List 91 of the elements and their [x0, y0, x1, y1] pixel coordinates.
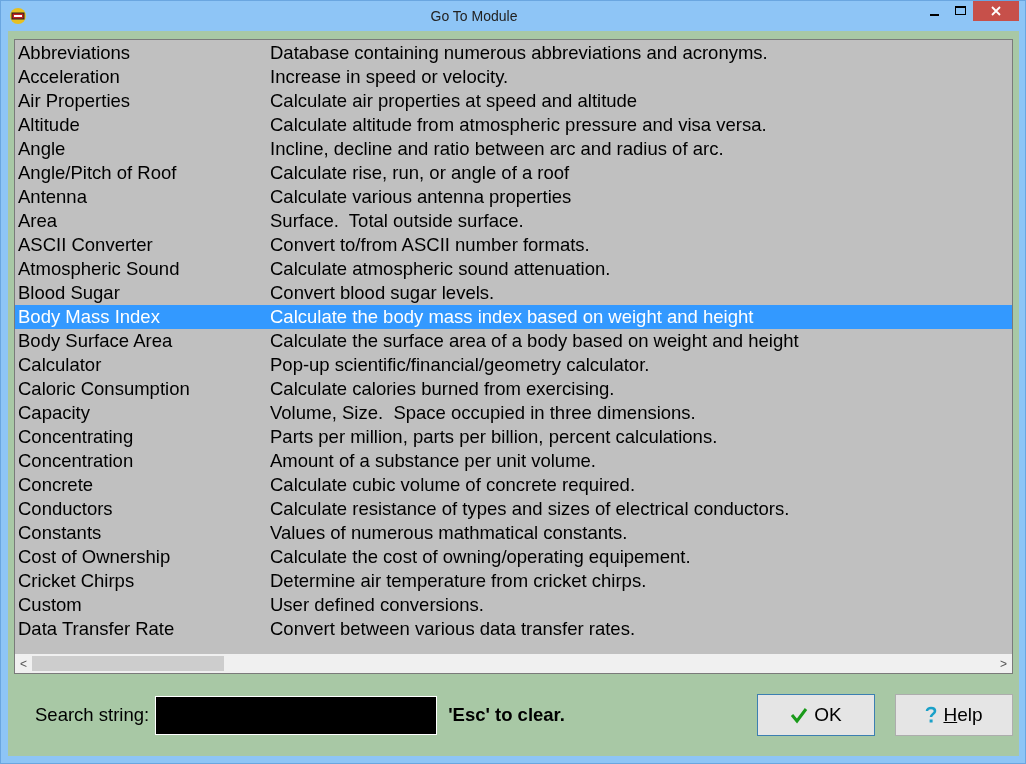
- module-row[interactable]: Cricket Chirps Determine air temperature from cricket chirps.: [15, 569, 1012, 593]
- module-description: Calculate the body mass index based on weight and height: [270, 306, 754, 328]
- module-description: Calculate calories burned from exercising.: [270, 378, 615, 400]
- module-row[interactable]: Altitude Calculate altitude from atmospheric pressure and visa versa.: [15, 113, 1012, 137]
- module-name: Altitude: [17, 114, 81, 136]
- module-description: Calculate the surface area of a body based on weight and height: [270, 330, 799, 352]
- module-description: Convert between various data transfer rates.: [270, 618, 636, 640]
- module-row[interactable]: Concentrating Parts per million, parts per billion, percent calculations.: [15, 425, 1012, 449]
- module-name: Cost of Ownership: [17, 546, 172, 568]
- module-row[interactable]: Data Transfer Rate Convert between various data transfer rates.: [15, 617, 1012, 641]
- module-description: Calculate various antenna properties: [270, 186, 572, 208]
- module-row[interactable]: Blood Sugar Convert blood sugar levels.: [15, 281, 1012, 305]
- module-description: Incline, decline and ratio between arc and radius of arc.: [270, 138, 724, 160]
- module-description: Calculate resistance of types and sizes of electrical conductors.: [270, 498, 790, 520]
- scroll-left-arrow[interactable]: <: [15, 656, 32, 671]
- window-title: Go To Module: [429, 8, 519, 24]
- module-row[interactable]: Caloric Consumption Calculate calories burned from exercising.: [15, 377, 1012, 401]
- module-description: Convert blood sugar levels.: [270, 282, 495, 304]
- module-row[interactable]: Antenna Calculate various antenna properties: [15, 185, 1012, 209]
- module-description: Calculate rise, run, or angle of a roof: [270, 162, 570, 184]
- module-description: Pop-up scientific/financial/geometry calculator.: [270, 354, 650, 376]
- close-icon: [991, 6, 1001, 16]
- module-name: Atmospheric Sound: [17, 258, 181, 280]
- module-description: Database containing numerous abbreviations and acronyms.: [270, 42, 768, 64]
- scrollbar-thumb[interactable]: [32, 656, 224, 671]
- module-description: Values of numerous mathmatical constants.: [270, 522, 628, 544]
- module-description: Increase in speed or velocity.: [270, 66, 509, 88]
- scroll-right-arrow[interactable]: >: [995, 656, 1012, 671]
- minimize-icon: [929, 13, 939, 16]
- module-name: Capacity: [17, 402, 91, 424]
- module-name: Body Surface Area: [17, 330, 174, 352]
- module-row[interactable]: Body Surface Area Calculate the surface area of a body based on weight and height: [15, 329, 1012, 353]
- module-row[interactable]: Cost of Ownership Calculate the cost of owning/operating equipement.: [15, 545, 1012, 569]
- module-row[interactable]: Atmospheric Sound Calculate atmospheric sound attenuation.: [15, 257, 1012, 281]
- module-name: Custom: [17, 594, 83, 616]
- module-name: Constants: [17, 522, 103, 544]
- module-name: Antenna: [17, 186, 88, 208]
- module-description: Determine air temperature from cricket chirps.: [270, 570, 647, 592]
- ok-button[interactable]: OK: [757, 694, 875, 736]
- module-row[interactable]: ASCII Converter Convert to/from ASCII number formats.: [15, 233, 1012, 257]
- module-name: Air Properties: [17, 90, 132, 112]
- module-name: Angle: [17, 138, 67, 160]
- horizontal-scrollbar[interactable]: < >: [15, 654, 1012, 673]
- module-name: Concentration: [17, 450, 135, 472]
- module-description: Calculate the cost of owning/operating equipement.: [270, 546, 691, 568]
- module-row[interactable]: Angle Incline, decline and ratio between arc and radius of arc.: [15, 137, 1012, 161]
- module-name: Cricket Chirps: [17, 570, 136, 592]
- module-name: Blood Sugar: [17, 282, 121, 304]
- module-description: Calculate air properties at speed and altitude: [270, 90, 638, 112]
- module-row[interactable]: Concentration Amount of a substance per unit volume.: [15, 449, 1012, 473]
- module-name: Area: [17, 210, 59, 232]
- module-description: User defined conversions.: [270, 594, 484, 616]
- module-row[interactable]: Capacity Volume, Size. Space occupied in three dimensions.: [15, 401, 1012, 425]
- close-button[interactable]: [973, 1, 1019, 21]
- module-name: Data Transfer Rate: [17, 618, 176, 640]
- module-row[interactable]: Angle/Pitch of Roof Calculate rise, run, or angle of a roof: [15, 161, 1012, 185]
- module-description: Calculate altitude from atmospheric pressure and visa versa.: [270, 114, 767, 136]
- question-mark-icon: [925, 706, 938, 724]
- module-description: Amount of a substance per unit volume.: [270, 450, 596, 472]
- module-name: Concentrating: [17, 426, 135, 448]
- module-description: Calculate cubic volume of concrete required.: [270, 474, 636, 496]
- module-row[interactable]: Conductors Calculate resistance of types and sizes of electrical conductors.: [15, 497, 1012, 521]
- help-button[interactable]: Help: [895, 694, 1013, 736]
- module-name: Angle/Pitch of Roof: [17, 162, 178, 184]
- module-row[interactable]: Acceleration Increase in speed or velocity.: [15, 65, 1012, 89]
- module-name: Acceleration: [17, 66, 121, 88]
- module-description: Convert to/from ASCII number formats.: [270, 234, 590, 256]
- search-label: Search string:: [35, 704, 150, 726]
- module-name: Concrete: [17, 474, 95, 496]
- module-description: Parts per million, parts per billion, percent calculations.: [270, 426, 718, 448]
- module-name: Body Mass Index: [17, 306, 161, 328]
- module-row[interactable]: Concrete Calculate cubic volume of concrete required.: [15, 473, 1012, 497]
- module-row[interactable]: Calculator Pop-up scientific/financial/geometry calculator.: [15, 353, 1012, 377]
- search-field[interactable]: [155, 695, 438, 735]
- app-icon: [9, 7, 27, 25]
- module-name: Conductors: [17, 498, 114, 520]
- module-row[interactable]: Air Properties Calculate air properties at speed and altitude: [15, 89, 1012, 113]
- maximize-icon: [954, 6, 966, 16]
- module-name: ASCII Converter: [17, 234, 154, 256]
- module-name: Calculator: [17, 354, 103, 376]
- module-row[interactable]: Abbreviations Database containing numerous abbreviations and acronyms.: [15, 41, 1012, 65]
- search-hint: 'Esc' to clear.: [448, 704, 565, 726]
- module-row[interactable]: Constants Values of numerous mathmatical constants.: [15, 521, 1012, 545]
- module-name: Caloric Consumption: [17, 378, 191, 400]
- module-description: Calculate atmospheric sound attenuation.: [270, 258, 611, 280]
- module-description: Surface. Total outside surface.: [270, 210, 524, 232]
- module-row[interactable]: Custom User defined conversions.: [15, 593, 1012, 617]
- module-description: Volume, Size. Space occupied in three dimensions.: [270, 402, 696, 424]
- module-name: Abbreviations: [17, 42, 132, 64]
- module-row[interactable]: Area Surface. Total outside surface.: [15, 209, 1012, 233]
- checkmark-icon: [790, 706, 809, 724]
